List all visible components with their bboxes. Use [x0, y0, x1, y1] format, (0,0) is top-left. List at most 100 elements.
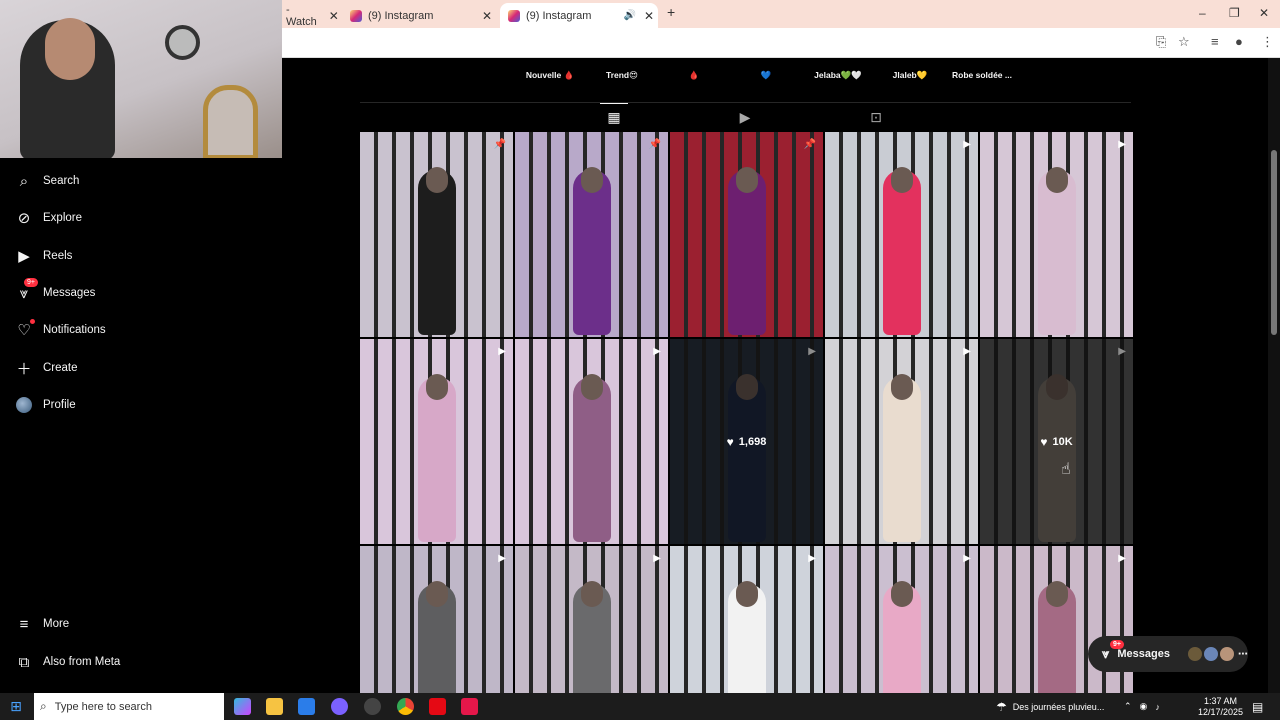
tagged-icon[interactable]: ⊡ [862, 103, 890, 131]
post-thumbnail[interactable]: 📌 [360, 132, 513, 337]
media-control-icon[interactable]: ≡ [1211, 34, 1219, 49]
instagram-sidebar: ⌕ Search ⊘ Explore ▶ Reels ⩔ 9+ Messages … [0, 158, 282, 693]
like-count: 10K [1052, 435, 1073, 448]
sidebar-item-label: Notifications [43, 324, 106, 336]
browser-tab-watch[interactable]: - Watch ✕ [286, 3, 339, 28]
sidebar-item-search[interactable]: ⌕ Search [14, 167, 80, 195]
post-thumbnail[interactable]: ▶ [515, 339, 668, 544]
chrome-icon[interactable] [397, 698, 414, 715]
posts-grid-icon[interactable]: ▦ [600, 103, 628, 131]
weather-widget[interactable]: ☂ Des journées pluvieu... [996, 693, 1104, 720]
post-thumbnail[interactable]: ▶ [825, 546, 978, 693]
sidebar-item-label: Explore [43, 212, 82, 224]
taskbar-search-placeholder: Type here to search [54, 700, 152, 713]
post-thumbnail[interactable]: ▶ [980, 132, 1133, 337]
highlight-item[interactable]: Trend😍 [590, 66, 654, 81]
reel-icon: ▶ [498, 553, 506, 564]
close-window-button[interactable]: ✕ [1259, 6, 1269, 20]
avatar [1203, 647, 1218, 661]
reels-tab-icon[interactable]: ▶ [731, 103, 759, 131]
scrollbar-thumb[interactable] [1271, 150, 1277, 335]
highlight-label: Trend😍 [605, 70, 638, 80]
model-figure [417, 170, 456, 335]
model-head [1045, 167, 1068, 193]
app-icon[interactable] [429, 698, 446, 715]
highlight-item[interactable]: Robe soldée ... [950, 66, 1014, 81]
profile-avatar-icon[interactable]: ● [1235, 34, 1243, 49]
close-tab-icon[interactable]: ✕ [482, 9, 492, 23]
highlight-item[interactable]: Jlaleb💛 [878, 66, 942, 81]
post-thumbnail[interactable]: 📌 [515, 132, 668, 337]
highlight-label: Jelaba💚🤍 [814, 70, 862, 80]
chevron-up-icon[interactable]: ⌃ [1124, 701, 1132, 712]
sidebar-item-messages[interactable]: ⩔ 9+ Messages [14, 278, 95, 307]
messages-badge: 9+ [1110, 640, 1124, 649]
model-head [890, 581, 913, 607]
browser-tab-instagram[interactable]: (9) Instagram ✕ [350, 3, 496, 28]
floating-messages-label: Messages [1117, 648, 1170, 660]
person-face [45, 18, 95, 80]
highlight-item[interactable]: Jelaba💚🤍 [806, 66, 870, 81]
sidebar-item-more[interactable]: ≡ More [14, 610, 70, 638]
browser-menu-icon[interactable]: ⋮ [1261, 34, 1274, 50]
model-head [580, 581, 603, 607]
post-thumbnail[interactable]: ▶ [360, 339, 513, 544]
model-head [1045, 581, 1068, 607]
close-tab-icon[interactable]: ✕ [644, 9, 654, 23]
close-tab-icon[interactable]: ✕ [329, 9, 339, 23]
highlight-item[interactable]: 🩸 [662, 66, 726, 81]
hand-cursor-icon: ☝ [1061, 461, 1071, 478]
floating-messages-button[interactable]: ⩔ 9+ Messages ⋯ [1088, 636, 1248, 672]
plus-icon: ＋ [16, 360, 32, 378]
reels-icon: ▶ [18, 248, 30, 265]
search-icon: ⌕ [19, 172, 29, 190]
rain-icon: ☂ [996, 699, 1007, 714]
minimize-button[interactable]: – [1199, 6, 1206, 20]
reel-icon: ▶ [498, 346, 506, 357]
sidebar-item-reels[interactable]: ▶ Reels [14, 242, 72, 270]
post-thumbnail[interactable]: ▶ [825, 339, 978, 544]
sidebar-item-also-from-meta[interactable]: ⧉ Also from Meta [14, 648, 121, 676]
reel-icon: ▶ [1118, 139, 1126, 150]
sidebar-item-explore[interactable]: ⊘ Explore [14, 204, 82, 232]
post-thumbnail[interactable]: ▶ ♥ 1,698 [670, 339, 823, 544]
browser-tab-instagram-active[interactable]: (9) Instagram 🔊 ✕ [500, 3, 658, 28]
copilot-icon[interactable] [234, 698, 251, 715]
file-explorer-icon[interactable] [266, 698, 283, 715]
volume-icon[interactable]: ♪ [1155, 702, 1160, 712]
sidebar-item-notifications[interactable]: ♡ Notifications [14, 316, 106, 344]
post-thumbnail[interactable]: ▶ ♥ 10K [980, 339, 1133, 544]
highlight-label: Robe soldée ... [952, 70, 1012, 80]
install-app-icon[interactable]: ⎘ [1156, 34, 1166, 50]
notification-center-icon[interactable]: ▤ [1252, 693, 1263, 720]
post-thumbnail[interactable]: ▶ [825, 132, 978, 337]
wifi-icon[interactable]: ◉ [1140, 701, 1148, 712]
reel-icon: ▶ [963, 346, 971, 357]
new-tab-button[interactable]: + [667, 4, 675, 20]
clock[interactable]: 1:37 AM 12/17/2025 [1198, 693, 1243, 720]
speaker-icon[interactable]: 🔊 [623, 10, 635, 21]
post-hover-overlay: ♥ 1,698 [670, 339, 823, 544]
post-thumbnail[interactable]: 📌 [670, 132, 823, 337]
app-icon[interactable] [331, 698, 348, 715]
page-scrollbar[interactable] [1268, 58, 1280, 693]
restore-button[interactable]: ❐ [1229, 6, 1240, 20]
post-thumbnail[interactable]: ▶ [360, 546, 513, 693]
highlight-item[interactable]: 💙 [734, 66, 798, 81]
system-tray-icons[interactable]: ⌃ ◉ ♪ [1124, 693, 1168, 720]
store-icon[interactable] [298, 698, 315, 715]
post-hover-overlay: ♥ 10K [980, 339, 1133, 544]
post-thumbnail[interactable]: ▶ [670, 546, 823, 693]
taskbar-search-input[interactable]: ⌕ Type here to search [34, 693, 224, 720]
windows-start-icon[interactable]: ⊞ [0, 693, 32, 720]
model-head [580, 374, 603, 400]
sidebar-item-profile[interactable]: Profile [14, 391, 76, 419]
bookmark-star-icon[interactable]: ☆ [1178, 34, 1190, 50]
post-thumbnail[interactable]: ▶ [515, 546, 668, 693]
app-icon[interactable] [461, 698, 478, 715]
highlight-item[interactable]: Nouvelle 🩸 [518, 66, 582, 81]
sidebar-item-create[interactable]: ＋ Create [14, 354, 77, 382]
reel-icon: ▶ [1118, 553, 1126, 564]
app-icon[interactable] [364, 698, 381, 715]
webcam-overlay [0, 0, 282, 158]
